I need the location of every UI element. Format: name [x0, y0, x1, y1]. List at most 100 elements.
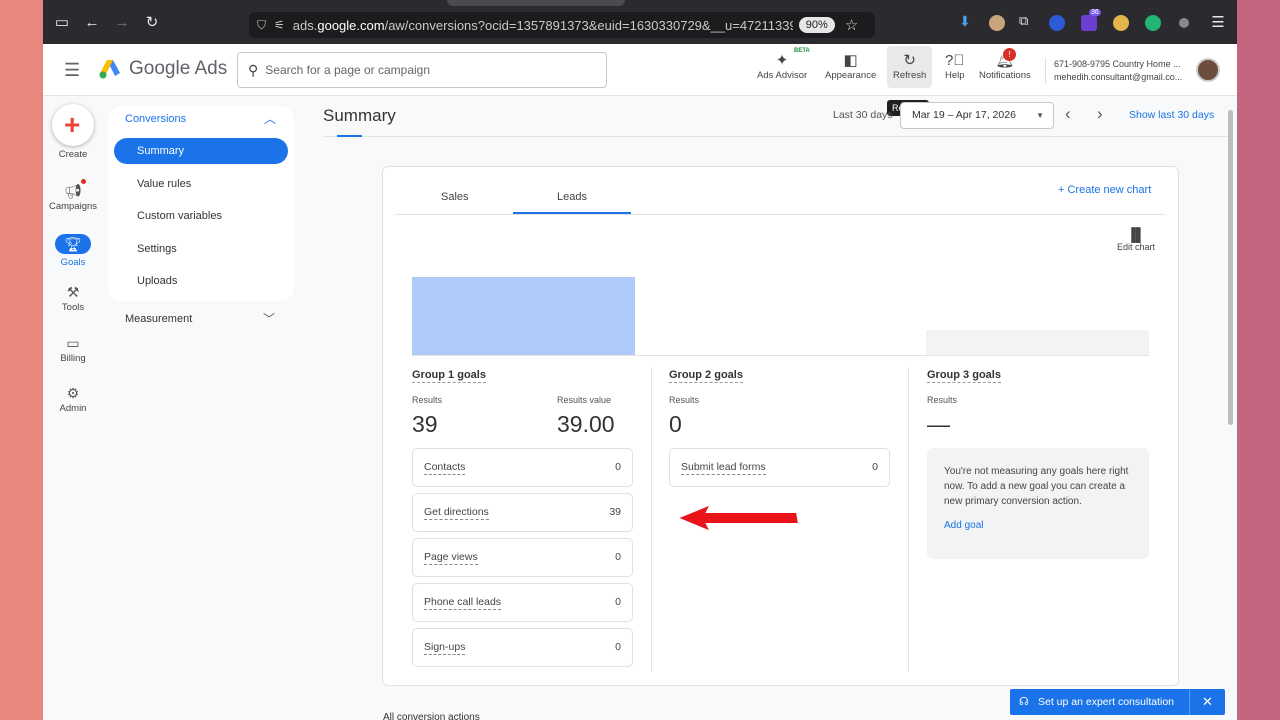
extension-blue-icon[interactable]: [1049, 15, 1065, 31]
search-input[interactable]: ⚲ Search for a page or campaign: [237, 52, 607, 88]
group1-title[interactable]: Group 1 goals: [412, 369, 486, 383]
group-divider: [651, 367, 652, 672]
goal-row-phone-call-leads[interactable]: Phone call leads 0: [412, 583, 633, 622]
ads-advisor-label: Ads Advisor: [757, 70, 808, 81]
previous-period-icon[interactable]: ‹: [1065, 104, 1071, 124]
rail-item-tools[interactable]: ⚒ Tools: [43, 284, 103, 313]
extension-gray-icon[interactable]: [1179, 18, 1189, 28]
google-ads-logo[interactable]: Google Ads: [99, 58, 227, 80]
avatar[interactable]: [1196, 58, 1220, 82]
account-info[interactable]: 671-908-9795 Country Home ... mehedih.co…: [1045, 58, 1182, 84]
url-bar[interactable]: ⛉ ⚟ ads.google.com/aw/conversions?ocid=1…: [249, 12, 875, 38]
ads-advisor-button[interactable]: ✦ BETA Ads Advisor: [757, 48, 810, 81]
goal-label: Contacts: [424, 461, 466, 475]
rail-item-goals[interactable]: 🏆︎ Goals: [43, 234, 103, 268]
chevron-down-icon[interactable]: ﹀: [263, 310, 275, 327]
group-divider: [908, 367, 909, 672]
goal-row-contacts[interactable]: Contacts 0: [412, 448, 633, 487]
zoom-badge[interactable]: 90%: [798, 17, 835, 33]
refresh-button[interactable]: ↻ Refresh: [887, 46, 933, 88]
tab-leads[interactable]: Leads: [557, 191, 587, 203]
ads-header: ☰ Google Ads ⚲ Search for a page or camp…: [43, 44, 1237, 96]
credit-card-icon: ▭: [66, 335, 80, 351]
create-new-chart-button[interactable]: + Create new chart: [1058, 184, 1151, 196]
subnav-item-custom-variables[interactable]: Custom variables: [114, 203, 288, 229]
reload-icon[interactable]: ↻: [137, 13, 167, 31]
browser-window: ▭ ← → ↻ ⛉ ⚟ ads.google.com/aw/conversion…: [43, 0, 1237, 720]
group2-title[interactable]: Group 2 goals: [669, 369, 743, 383]
add-goal-link[interactable]: Add goal: [944, 518, 1132, 533]
menu-icon[interactable]: ☰: [1203, 13, 1233, 31]
expert-consultation-label: Set up an expert consultation: [1038, 696, 1175, 708]
goal-value: 0: [615, 551, 621, 563]
group3-title[interactable]: Group 3 goals: [927, 369, 1001, 383]
group1-bar: [412, 277, 635, 355]
page-scrollbar[interactable]: [1228, 110, 1233, 425]
tab-sales[interactable]: Sales: [441, 191, 469, 203]
subnav-item-summary[interactable]: Summary: [114, 138, 288, 164]
goal-row-get-directions[interactable]: Get directions 39: [412, 493, 633, 532]
headset-icon: ☊: [1019, 696, 1029, 708]
sidebar-toggle-icon[interactable]: ▭: [47, 13, 77, 31]
browser-toolbar: ▭ ← → ↻ ⛉ ⚟ ads.google.com/aw/conversion…: [43, 0, 1237, 44]
expert-consultation-banner[interactable]: ☊ Set up an expert consultation ✕: [1010, 689, 1225, 715]
download-icon[interactable]: ⬇: [959, 13, 975, 29]
extensions-puzzle-icon[interactable]: ⧉: [1019, 13, 1035, 29]
annotation-arrow-icon: [674, 502, 801, 534]
bookmark-star-icon[interactable]: ☆: [845, 16, 858, 34]
sparkle-icon: ✦: [775, 52, 789, 69]
group2-results-label: Results: [669, 395, 700, 405]
rail-item-campaigns[interactable]: 📢︎ Campaigns: [43, 179, 103, 212]
next-period-icon[interactable]: ›: [1097, 104, 1103, 124]
date-range-picker[interactable]: Mar 19 – Apr 17, 2026 ▼: [900, 102, 1054, 129]
show-last-30-days-link[interactable]: Show last 30 days: [1129, 109, 1214, 121]
create-label[interactable]: Create: [43, 149, 103, 160]
help-button[interactable]: ?⃝ Help: [945, 52, 965, 81]
rail-admin-label: Admin: [59, 403, 87, 414]
group2-results: 0: [669, 411, 682, 437]
measurement-section-header[interactable]: Measurement: [125, 313, 192, 325]
beta-badge: BETA: [794, 48, 810, 54]
grammarly-icon[interactable]: [1145, 15, 1161, 31]
goal-value: 39: [609, 506, 621, 518]
bell-icon: 🔔︎!: [995, 48, 1016, 69]
help-label: Help: [945, 70, 965, 81]
help-icon: ?⃝: [945, 52, 965, 69]
search-icon: ⚲: [248, 61, 259, 78]
rail-item-admin[interactable]: ⚙ Admin: [43, 385, 103, 414]
notifications-button[interactable]: 🔔︎! Notifications: [979, 48, 1031, 81]
goal-label: Submit lead forms: [681, 461, 766, 475]
hamburger-menu-icon[interactable]: ☰: [64, 60, 80, 81]
extension-profile-icon[interactable]: [989, 15, 1005, 31]
rail-tools-label: Tools: [61, 302, 85, 313]
url-text: ads.google.com/aw/conversions?ocid=13578…: [292, 17, 793, 33]
chevron-up-icon[interactable]: ︿: [264, 110, 276, 127]
appearance-icon: ◧: [843, 52, 858, 69]
create-button[interactable]: +: [52, 104, 94, 146]
goal-label: Get directions: [424, 506, 489, 520]
extension-badge-icon[interactable]: 36: [1081, 9, 1101, 31]
subnav-item-uploads[interactable]: Uploads: [114, 268, 288, 294]
conversions-section-header[interactable]: Conversions: [125, 113, 186, 125]
goal-row-submit-lead-forms[interactable]: Submit lead forms 0: [669, 448, 890, 487]
appearance-button[interactable]: ◧ Appearance: [825, 52, 876, 81]
browser-tab[interactable]: [447, 0, 625, 6]
goal-label: Phone call leads: [424, 596, 502, 610]
tools-icon: ⚒: [66, 284, 80, 300]
refresh-label: Refresh: [893, 70, 927, 81]
forward-icon[interactable]: →: [107, 14, 137, 31]
goal-row-page-views[interactable]: Page views 0: [412, 538, 633, 577]
google-ads-logo-icon: [99, 60, 120, 79]
extension-yellow-icon[interactable]: [1113, 15, 1129, 31]
edit-chart-button[interactable]: ▐▌ Edit chart: [1117, 227, 1155, 252]
subnav-item-value-rules[interactable]: Value rules: [114, 171, 288, 197]
rail-item-billing[interactable]: ▭ Billing: [43, 335, 103, 364]
back-icon[interactable]: ←: [77, 14, 107, 31]
plus-icon: +: [64, 109, 81, 140]
goal-row-sign-ups[interactable]: Sign-ups 0: [412, 628, 633, 667]
account-id: 671-908-9795 Country Home ...: [1054, 59, 1181, 69]
goal-value: 0: [615, 461, 621, 473]
close-icon[interactable]: ✕: [1189, 689, 1225, 715]
permissions-icon[interactable]: ⚟: [274, 18, 285, 32]
subnav-item-settings[interactable]: Settings: [114, 236, 288, 262]
